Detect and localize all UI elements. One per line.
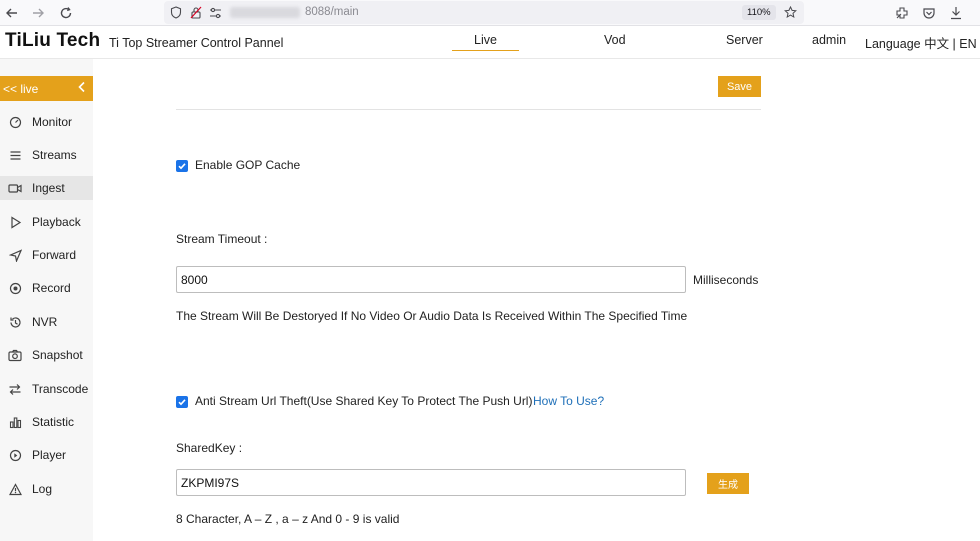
sidebar-item-monitor[interactable]: Monitor xyxy=(0,110,93,134)
download-icon[interactable] xyxy=(946,3,966,23)
sidebar-item-label: Record xyxy=(32,281,71,295)
transcode-icon xyxy=(8,382,22,396)
sidebar: << live Monitor Streams Ingest Playback … xyxy=(0,59,93,541)
gop-cache-checkbox[interactable] xyxy=(176,160,188,172)
ingest-icon xyxy=(8,181,22,195)
back-arrow-icon[interactable] xyxy=(2,3,22,23)
chevron-left-icon[interactable] xyxy=(77,81,87,96)
redacted-host xyxy=(230,7,300,18)
nav-language[interactable]: Language 中文 | EN xyxy=(865,33,977,52)
sidebar-item-label: Log xyxy=(32,482,53,496)
sidebar-item-label: Statistic xyxy=(32,415,75,429)
player-icon xyxy=(8,448,22,462)
nvr-icon xyxy=(8,315,22,329)
sidebar-item-label: NVR xyxy=(32,315,58,329)
sidebar-item-player[interactable]: Player xyxy=(0,443,93,467)
shared-key-input[interactable] xyxy=(176,469,686,496)
sidebar-item-ingest[interactable]: Ingest xyxy=(0,176,93,200)
sidebar-item-transcode[interactable]: Transcode xyxy=(0,377,93,401)
streams-icon xyxy=(8,148,22,162)
sidebar-item-record[interactable]: Record xyxy=(0,276,93,300)
logo: TiLiu Tech xyxy=(5,30,101,51)
pocket-icon[interactable] xyxy=(919,3,939,23)
sidebar-section-label: << live xyxy=(3,82,39,96)
extensions-icon[interactable] xyxy=(892,3,912,23)
sidebar-item-label: Streams xyxy=(32,148,77,162)
shared-key-help: 8 Character, A – Z , a – z And 0 - 9 is … xyxy=(176,512,400,526)
stream-timeout-unit: Milliseconds xyxy=(693,273,759,287)
stream-timeout-help: The Stream Will Be Destoryed If No Video… xyxy=(176,309,688,323)
nav-admin[interactable]: admin xyxy=(812,33,846,47)
generate-key-button[interactable]: 生成 xyxy=(707,473,749,494)
snapshot-icon xyxy=(8,348,22,362)
insecure-lock-icon[interactable] xyxy=(188,5,203,20)
nav-server[interactable]: Server xyxy=(726,33,763,47)
sidebar-item-label: Transcode xyxy=(32,382,89,396)
sidebar-item-label: Monitor xyxy=(32,115,73,129)
stream-timeout-label: Stream Timeout : xyxy=(176,232,268,246)
shield-icon[interactable] xyxy=(168,5,183,20)
shared-key-label: SharedKey : xyxy=(176,441,243,455)
sidebar-item-streams[interactable]: Streams xyxy=(0,143,93,167)
sidebar-item-forward[interactable]: Forward xyxy=(0,243,93,267)
sidebar-item-log[interactable]: Log xyxy=(0,477,93,501)
url-text[interactable]: 8088/main xyxy=(305,6,359,18)
app-header: TiLiu Tech Ti Top Streamer Control Panne… xyxy=(0,27,980,59)
page-subtitle: Ti Top Streamer Control Pannel xyxy=(109,36,284,50)
save-button[interactable]: Save xyxy=(718,76,761,97)
reload-icon[interactable] xyxy=(56,3,76,23)
gop-cache-label: Enable GOP Cache xyxy=(195,158,301,172)
divider xyxy=(176,109,761,110)
forward-icon xyxy=(8,248,22,262)
permissions-icon[interactable] xyxy=(208,5,223,20)
nav-live[interactable]: Live xyxy=(452,33,519,51)
sidebar-item-playback[interactable]: Playback xyxy=(0,210,93,234)
sidebar-item-nvr[interactable]: NVR xyxy=(0,310,93,334)
browser-toolbar: 8088/main 110% xyxy=(0,0,980,26)
record-icon xyxy=(8,281,22,295)
sidebar-item-statistic[interactable]: Statistic xyxy=(0,410,93,434)
sidebar-item-label: Player xyxy=(32,448,67,462)
url-bar[interactable]: 8088/main 110% xyxy=(164,1,804,24)
how-to-use-link[interactable]: How To Use? xyxy=(533,394,604,408)
log-icon xyxy=(8,482,22,496)
checkmark-icon xyxy=(178,163,186,170)
sidebar-item-label: Ingest xyxy=(32,181,65,195)
sidebar-item-label: Snapshot xyxy=(32,348,83,362)
anti-theft-label: Anti Stream Url Theft(Use Shared Key To … xyxy=(195,394,533,408)
monitor-icon xyxy=(8,115,22,129)
anti-theft-checkbox[interactable] xyxy=(176,396,188,408)
sidebar-item-label: Playback xyxy=(32,215,81,229)
forward-arrow-icon[interactable] xyxy=(28,3,48,23)
checkmark-icon xyxy=(178,399,186,406)
playback-icon xyxy=(8,215,22,229)
zoom-level-badge[interactable]: 110% xyxy=(742,5,776,20)
nav-vod[interactable]: Vod xyxy=(604,33,626,47)
stream-timeout-input[interactable] xyxy=(176,266,686,293)
sidebar-item-snapshot[interactable]: Snapshot xyxy=(0,343,93,367)
sidebar-item-label: Forward xyxy=(32,248,77,262)
sidebar-section-live[interactable]: << live xyxy=(0,76,93,101)
bookmark-star-icon[interactable] xyxy=(783,5,798,20)
statistic-icon xyxy=(8,415,22,429)
